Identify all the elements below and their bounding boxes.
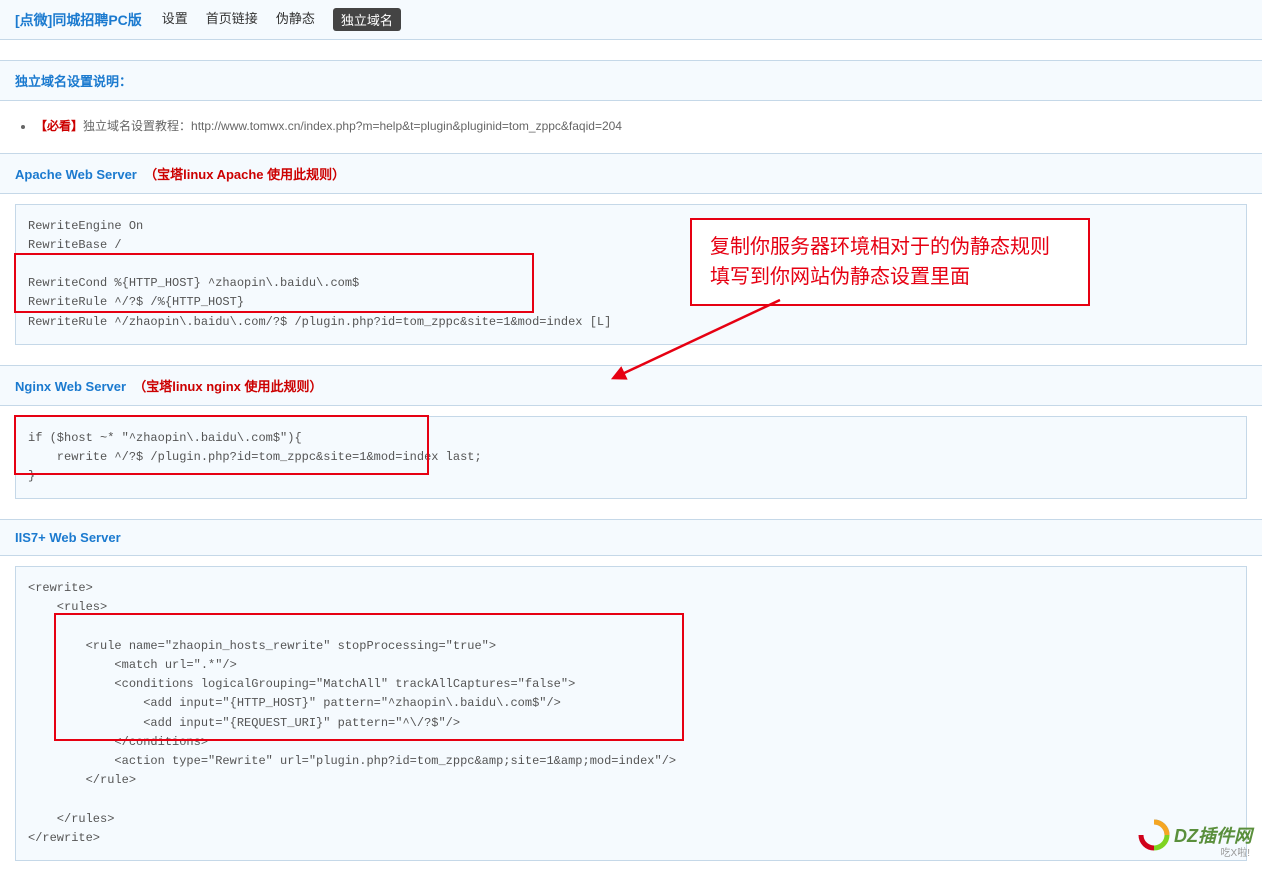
info-list: 【必看】独立域名设置教程：http://www.tomwx.cn/index.p… <box>0 101 1262 153</box>
iis-code-block[interactable]: <rewrite> <rules> <rule name="zhaopin_ho… <box>15 566 1247 861</box>
tab-homepage-link[interactable]: 首页链接 <box>206 8 258 31</box>
info-section-title: 独立域名设置说明： <box>0 60 1262 101</box>
iis-highlight-box <box>54 613 684 741</box>
page-title: [点微]同城招聘PC版 <box>15 10 142 30</box>
watermark-subtext: 吃X啦! <box>1221 844 1250 859</box>
annotation-line1: 复制你服务器环境相对于的伪静态规则 <box>710 232 1070 262</box>
info-item: 【必看】独立域名设置教程：http://www.tomwx.cn/index.p… <box>35 116 1247 138</box>
annotation-line2: 填写到你网站伪静态设置里面 <box>710 262 1070 292</box>
tutorial-url[interactable]: http://www.tomwx.cn/index.php?m=help&t=p… <box>191 119 622 133</box>
tab-bar: 设置 首页链接 伪静态 独立域名 <box>162 8 401 31</box>
tab-pseudo-static[interactable]: 伪静态 <box>276 8 315 31</box>
apache-section-title: Apache Web Server （宝塔linux Apache 使用此规则） <box>0 153 1262 194</box>
nginx-section-title: Nginx Web Server （宝塔linux nginx 使用此规则） <box>0 365 1262 406</box>
apache-note: （宝塔linux Apache 使用此规则） <box>144 167 345 182</box>
info-label: 独立域名设置教程： <box>83 119 191 133</box>
nginx-code-block[interactable]: if ($host ~* "^zhaopin\.baidu\.com$"){ r… <box>15 416 1247 500</box>
tab-settings[interactable]: 设置 <box>162 8 188 31</box>
tab-independent-domain[interactable]: 独立域名 <box>333 8 401 31</box>
annotation-callout: 复制你服务器环境相对于的伪静态规则 填写到你网站伪静态设置里面 <box>690 218 1090 306</box>
apache-title: Apache Web Server <box>15 167 137 182</box>
watermark-logo-icon <box>1138 819 1170 851</box>
nginx-note: （宝塔linux nginx 使用此规则） <box>133 379 322 394</box>
iis-title: IIS7+ Web Server <box>15 530 121 545</box>
iis-section-title: IIS7+ Web Server <box>0 519 1262 556</box>
nginx-highlight-box <box>14 415 429 475</box>
nginx-title: Nginx Web Server <box>15 379 126 394</box>
required-tag: 【必看】 <box>35 119 83 133</box>
apache-highlight-box <box>14 253 534 313</box>
page-header: [点微]同城招聘PC版 设置 首页链接 伪静态 独立域名 <box>0 0 1262 40</box>
